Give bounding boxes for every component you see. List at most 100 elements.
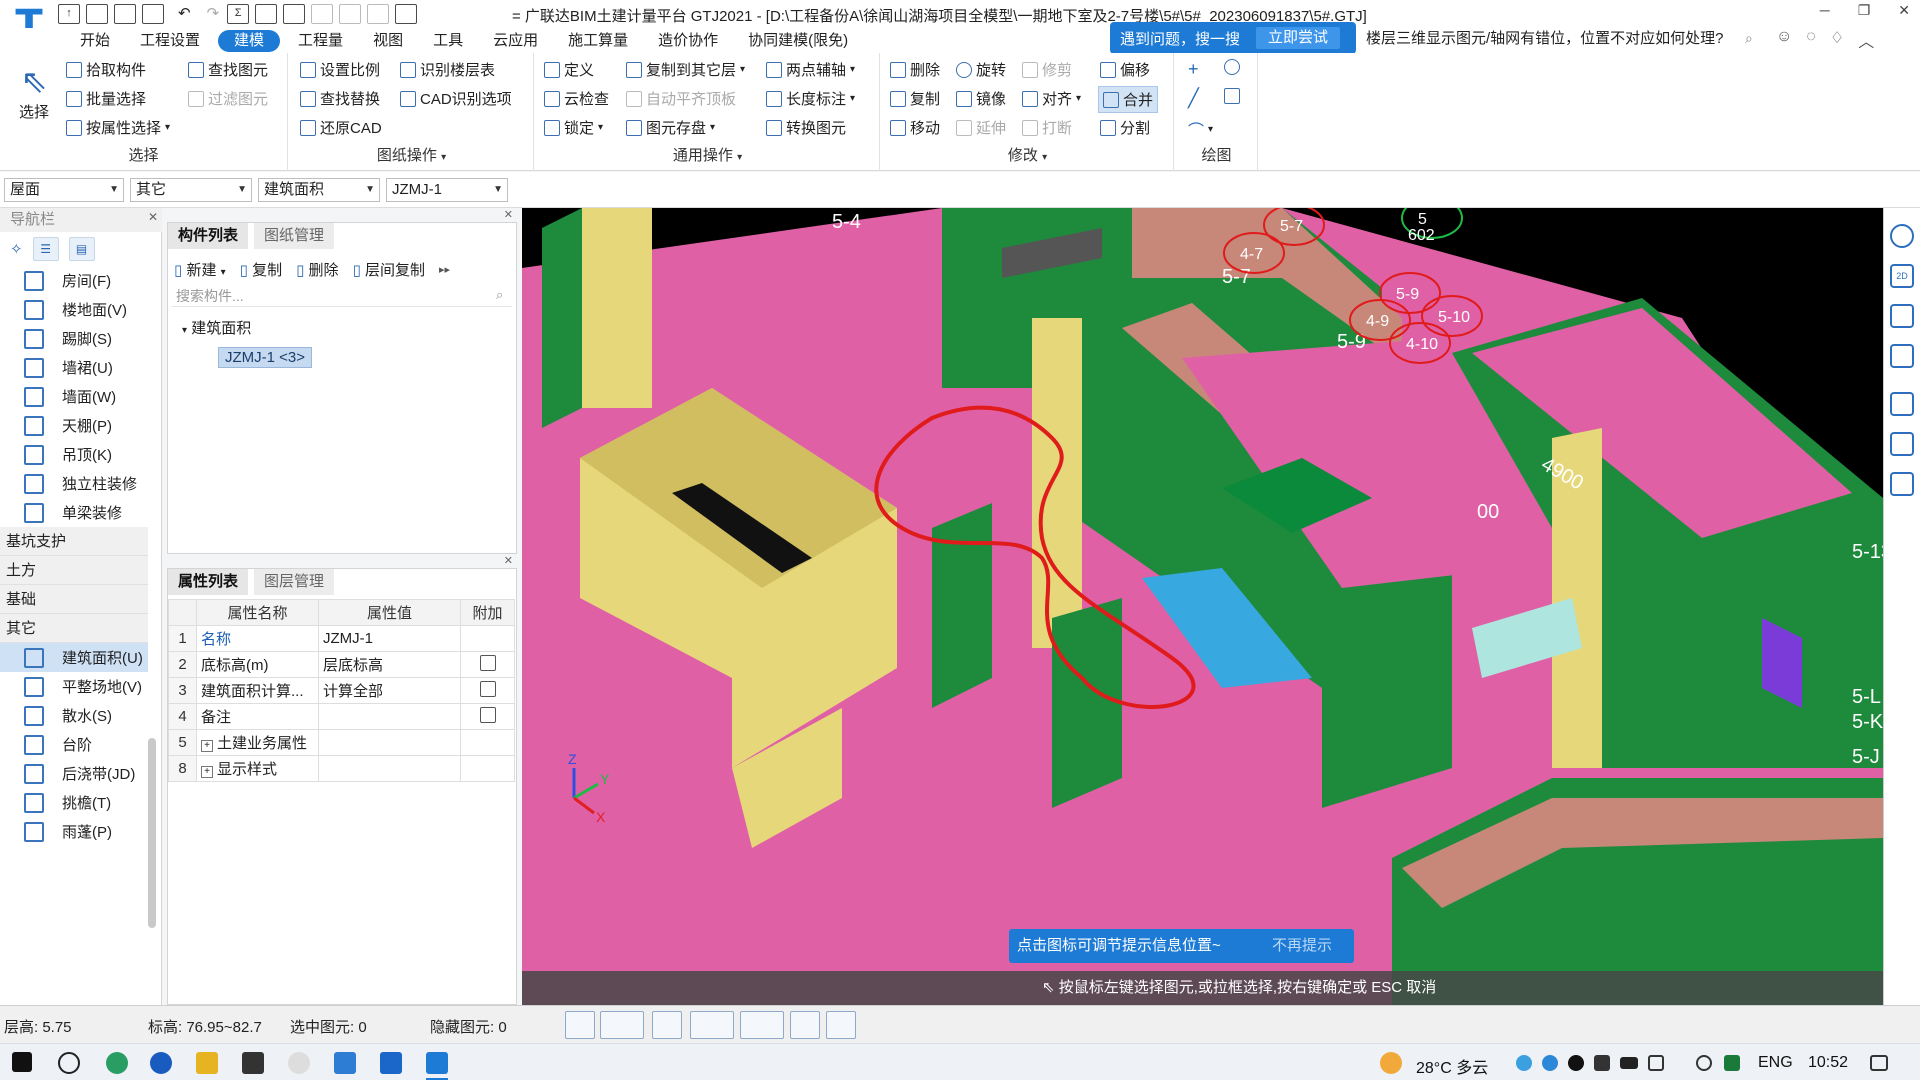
restore-cad-button[interactable]: 还原CAD — [300, 117, 382, 138]
restore-icon[interactable]: ❐ — [1858, 2, 1871, 19]
property-row[interactable]: 2 底标高(m) 层底标高 — [168, 651, 515, 678]
auto-align-slab-button[interactable]: 自动平齐顶板 — [626, 88, 736, 109]
find-replace-button[interactable]: 查找替换 — [300, 88, 380, 109]
minimize-icon[interactable]: ─ — [1820, 2, 1830, 19]
attach-checkbox[interactable] — [479, 654, 496, 671]
orbit-icon[interactable] — [1890, 224, 1914, 248]
nav-scrollbar[interactable] — [148, 738, 156, 928]
nav-item[interactable]: 台阶 — [0, 730, 148, 759]
copy-to-other-floor-button[interactable]: 复制到其它层 ▾ — [626, 59, 745, 80]
rotate-button[interactable]: 旋转 — [956, 59, 1006, 80]
nav-item[interactable]: 房间(F) — [0, 266, 148, 295]
two-point-axis-button[interactable]: 两点辅轴 ▾ — [766, 59, 855, 80]
category-select[interactable]: 其它 ▼ — [130, 178, 252, 202]
media-icon[interactable] — [242, 1052, 264, 1074]
delete-component-button[interactable]: ▯ 删除 — [296, 259, 338, 280]
tab-component-list[interactable]: 构件列表 — [168, 223, 249, 249]
batch-select-button[interactable]: 批量选择 — [66, 88, 146, 109]
menu-item[interactable]: 工具 — [421, 30, 475, 52]
tool-icon[interactable] — [288, 1052, 310, 1074]
tree-node-selected[interactable]: JZMJ-1 <3> — [218, 347, 313, 368]
layout-icon[interactable] — [311, 4, 334, 24]
display-icon[interactable] — [1890, 432, 1914, 456]
component-name-select[interactable]: JZMJ-1 ▼ — [386, 178, 508, 202]
menu-item[interactable]: 视图 — [361, 30, 415, 52]
detail-view-icon[interactable]: ▤ — [68, 237, 95, 261]
qq-icon[interactable] — [1568, 1055, 1584, 1071]
menu-item[interactable]: 开始 — [68, 30, 122, 52]
table-icon[interactable] — [367, 4, 390, 24]
filter-element-button[interactable]: 过滤图元 — [188, 88, 268, 109]
nav-item[interactable]: 天棚(P) — [0, 411, 148, 440]
component-search-input[interactable]: 搜索构件... — [172, 285, 512, 307]
nav-category[interactable]: 基坑支护 — [0, 527, 148, 556]
expand-icon[interactable]: + — [201, 766, 213, 778]
nav-category[interactable]: 其它 — [0, 614, 148, 643]
select-by-property-button[interactable]: 按属性选择 ▾ — [66, 117, 170, 138]
pin-icon[interactable]: ✧ — [10, 240, 23, 258]
tree-collapse-icon[interactable]: ▾ — [182, 325, 187, 336]
nav-item[interactable]: 单梁装修 — [0, 498, 148, 527]
expand-icon[interactable]: + — [201, 740, 213, 752]
new-component-button[interactable]: ▯ 新建 ▾ — [174, 259, 226, 280]
component-type-select[interactable]: 建筑面积 ▼ — [258, 178, 380, 202]
offset-button[interactable]: 偏移 — [1100, 59, 1150, 80]
nav-category[interactable]: 基础 — [0, 585, 148, 614]
tray-icon[interactable] — [1516, 1055, 1532, 1071]
nav-item[interactable]: 吊顶(K) — [0, 440, 148, 469]
app-icon[interactable] — [150, 1052, 172, 1074]
3d-box-icon[interactable] — [1890, 304, 1914, 328]
property-value[interactable]: 计算全部 — [318, 677, 461, 704]
menu-item[interactable]: 施工算量 — [556, 30, 640, 52]
nav-item[interactable]: 独立柱装修 — [0, 469, 148, 498]
copy-button[interactable]: 复制 — [890, 88, 940, 109]
pick-component-button[interactable]: 拾取构件 — [66, 59, 146, 80]
cad-options-button[interactable]: CAD识别选项 — [400, 88, 512, 109]
circle-draw-button[interactable] — [1224, 59, 1240, 75]
panel-close-icon[interactable]: ✕ — [167, 208, 517, 222]
upload-icon[interactable]: ↑ — [58, 4, 80, 24]
nvidia-icon[interactable] — [1724, 1055, 1740, 1071]
property-row[interactable]: 1 名称 JZMJ-1 — [168, 625, 515, 652]
property-value[interactable] — [318, 703, 461, 730]
settings-list-icon[interactable] — [1890, 472, 1914, 496]
file-explorer-icon[interactable] — [196, 1052, 218, 1074]
nav-item[interactable]: 平整场地(V) — [0, 672, 148, 701]
shield-icon[interactable] — [1594, 1055, 1610, 1071]
line-draw-button[interactable]: ╱ — [1188, 88, 1199, 109]
props-close-icon[interactable]: ✕ — [167, 554, 517, 568]
redo-icon[interactable]: ↷ — [207, 4, 220, 24]
attach-checkbox[interactable] — [479, 706, 496, 723]
view-cube-icon[interactable] — [1890, 344, 1914, 368]
property-row[interactable]: 5 + 土建业务属性 — [168, 729, 515, 756]
wifi-icon[interactable] — [1696, 1055, 1712, 1071]
property-row[interactable]: 8 + 显示样式 — [168, 755, 515, 782]
convert-element-button[interactable]: 转换图元 — [766, 117, 846, 138]
find-element-button[interactable]: 查找图元 — [188, 59, 268, 80]
tab-drawing-management[interactable]: 图纸管理 — [254, 223, 335, 249]
tab-property-list[interactable]: 属性列表 — [168, 569, 249, 595]
collapse-ribbon-icon[interactable]: ︿ — [1858, 28, 1874, 52]
delete-button[interactable]: 删除 — [890, 59, 940, 80]
fullscreen-icon[interactable] — [1890, 392, 1914, 416]
input-language[interactable]: ENG — [1758, 1054, 1793, 1072]
battery-icon[interactable] — [1620, 1057, 1638, 1069]
dismiss-tip-link[interactable]: 不再提示 — [1272, 929, 1332, 963]
mirror-button[interactable]: 镜像 — [956, 88, 1006, 109]
nav-item[interactable]: 挑檐(T) — [0, 788, 148, 817]
dynamic-input-toggle[interactable] — [790, 1011, 820, 1039]
nav-item[interactable]: 墙裙(U) — [0, 353, 148, 382]
angle-snap-toggle[interactable] — [690, 1011, 734, 1039]
trim-button[interactable]: 修剪 — [1022, 59, 1072, 80]
open-folder-icon[interactable] — [114, 4, 136, 24]
copy-between-floors-button[interactable]: ▯ 层间复制 — [353, 259, 425, 280]
cloud-check-button[interactable]: 云检查 — [544, 88, 609, 109]
more-icon[interactable]: ▸▸ — [439, 263, 450, 276]
move-button[interactable]: 移动 — [890, 117, 940, 138]
copy-component-button[interactable]: ▯ 复制 — [240, 259, 282, 280]
property-value[interactable] — [318, 729, 461, 756]
search-icon[interactable] — [58, 1052, 80, 1074]
user-icon[interactable]: ☺ — [1776, 28, 1792, 52]
undo-icon[interactable]: ↶ — [178, 4, 191, 24]
extend-button[interactable]: 延伸 — [956, 117, 1006, 138]
